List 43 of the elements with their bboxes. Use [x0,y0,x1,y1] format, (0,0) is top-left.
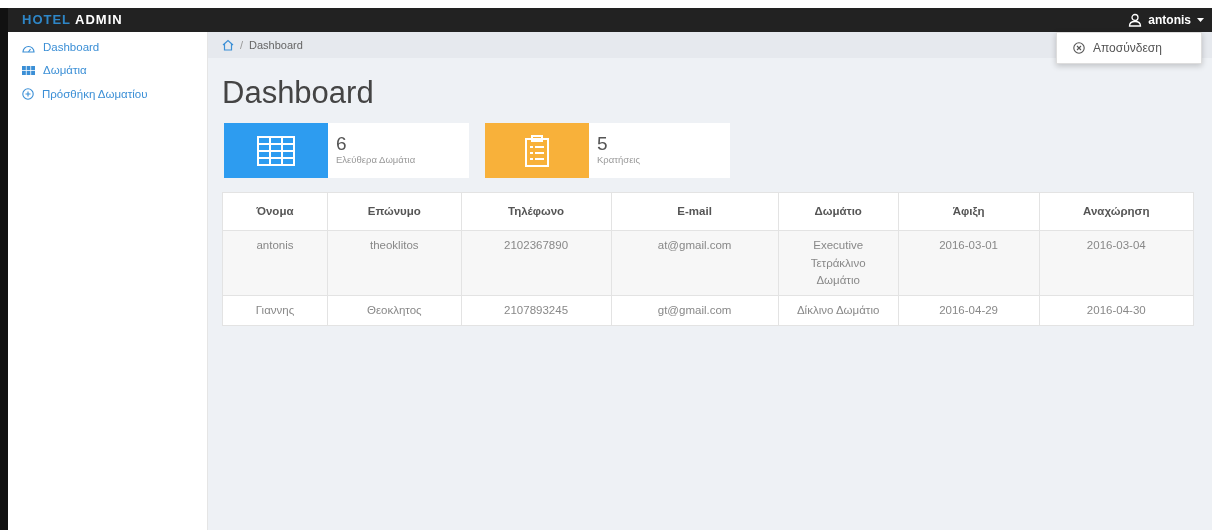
table-cell: at@gmail.com [611,230,779,296]
close-icon [1073,42,1085,54]
stat-value: 6 [336,134,348,154]
plus-circle-icon [22,88,34,101]
brand-text: HOTEL [22,11,72,30]
breadcrumb-item: Dashboard [249,37,303,53]
table-icon [257,135,295,166]
table-cell: Θεοκλητος [327,295,462,326]
table-cell: Δίκλινο Δωμάτιο [778,295,899,326]
table-cell: 2016-04-30 [1039,295,1194,326]
column-header: Άφιξη [898,192,1040,231]
column-header: Όνομα [222,192,328,231]
clipboard-icon [525,134,549,167]
table-cell: antonis [222,230,328,296]
page-title: Dashboard [222,74,375,112]
sidebar-item[interactable]: Dashboard [8,36,207,60]
table-cell: 2102367890 [461,230,612,296]
grid-icon [22,66,35,76]
breadcrumb-separator: / [240,37,244,53]
user-icon [1128,13,1143,27]
column-header: Τηλέφωνο [461,192,612,231]
stat-label: Κρατήσεις [597,153,641,168]
user-menu-button[interactable]: antonis [1128,11,1204,29]
sidebar-item[interactable]: Πρόσθήκη Δωματίου [8,82,207,106]
table-cell: 2016-03-01 [898,230,1040,296]
table-cell: gt@gmail.com [611,295,779,326]
table-cell: 2016-03-04 [1039,230,1194,296]
sidebar-item[interactable]: Δωμάτια [8,59,207,83]
column-header: Επώνυμο [327,192,462,231]
caret-icon [1197,18,1204,22]
stat-value: 5 [597,134,609,154]
table-cell: Γιαννης [222,295,328,326]
brand-text: ADMIN [75,11,123,30]
table-cell: Executive Τετράκλινο Δωμάτιο [778,230,899,296]
stat-label: Ελεύθερα Δωμάτια [336,153,416,168]
column-header: E-mail [611,192,779,231]
table-cell: 2107893245 [461,295,612,326]
table-cell: theoklitos [327,230,462,296]
table-cell: 2016-04-29 [898,295,1040,326]
column-header: Αναχώρηση [1039,192,1194,231]
home-icon[interactable] [222,39,234,51]
menu-item[interactable]: Αποσύνδεση [1057,37,1201,59]
column-header: Δωμάτιο [778,192,899,231]
